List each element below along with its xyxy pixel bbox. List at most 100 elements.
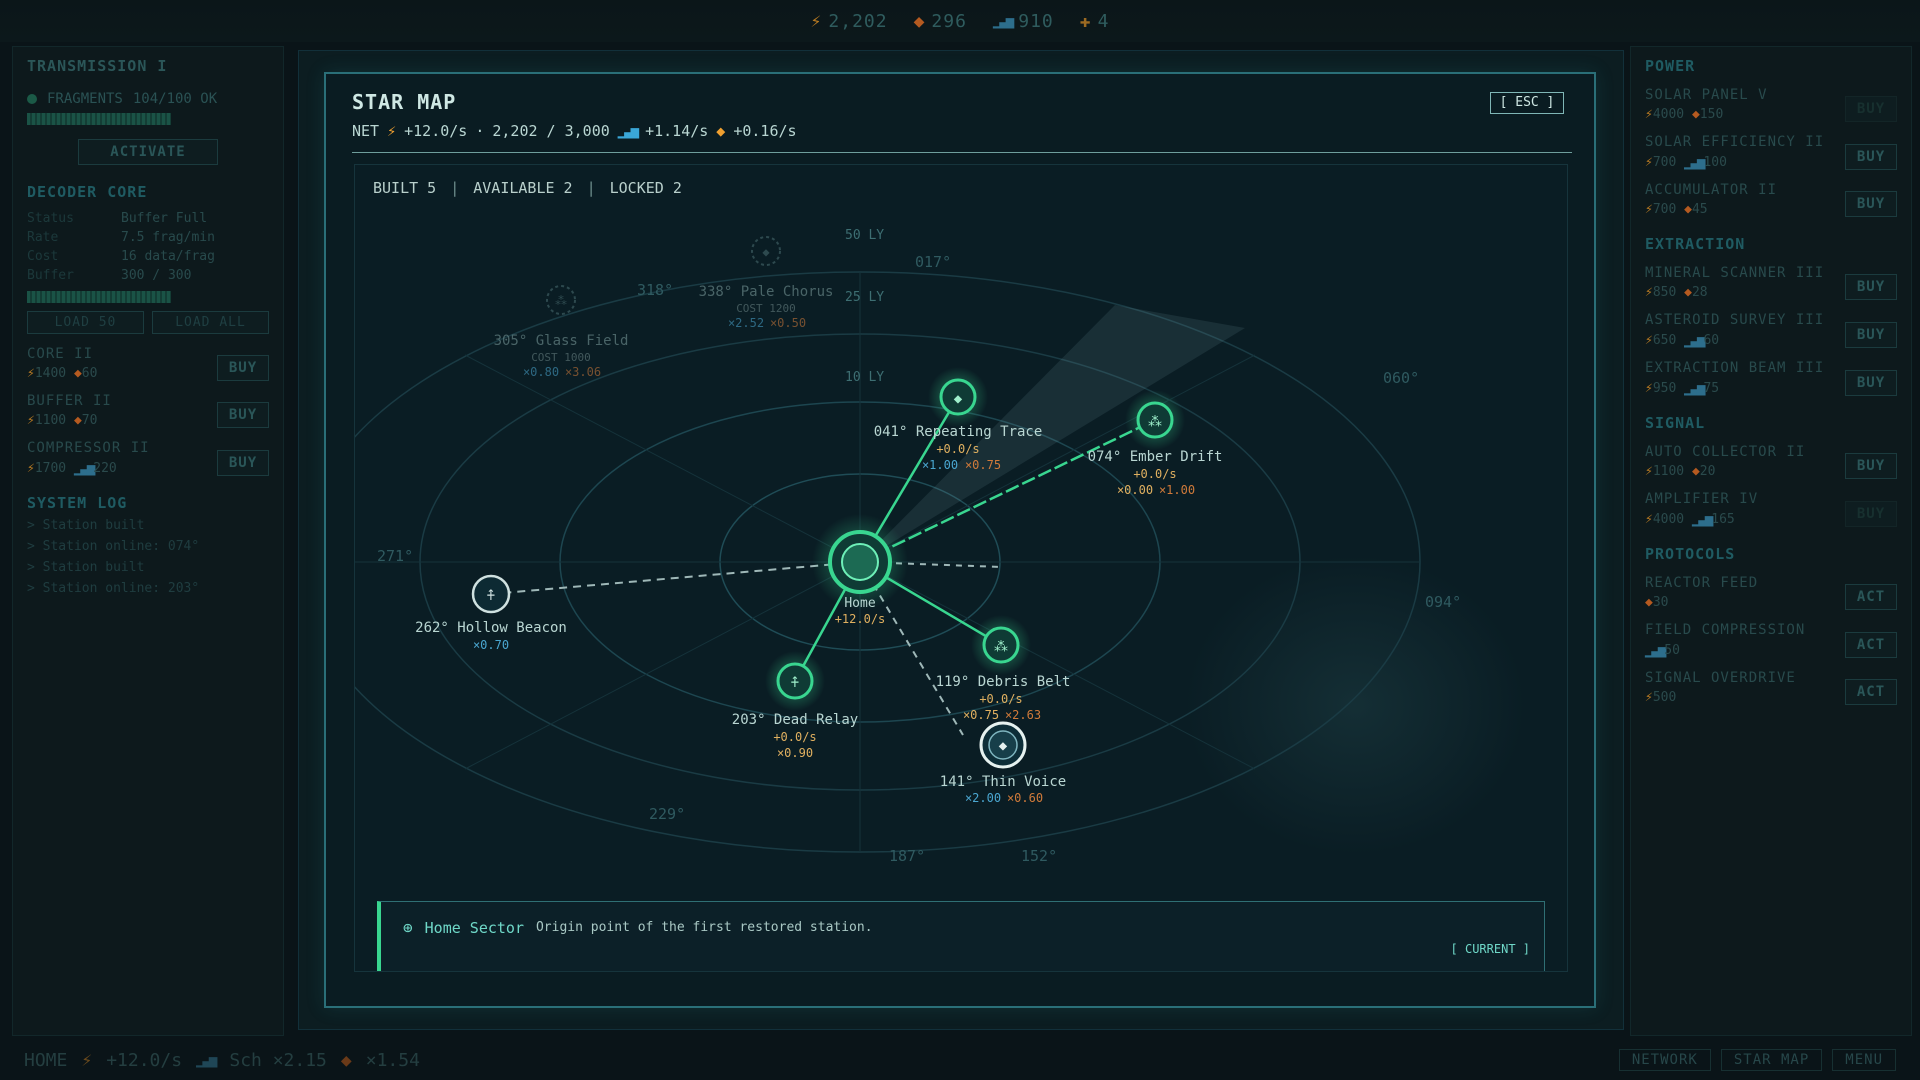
station-pale-chorus[interactable]: ◆ 338° Pale Chorus COST 1200 ×2.52 ×0.50 — [699, 236, 834, 330]
station-mult-mineral: ×0.75 — [965, 458, 1001, 472]
tab-network[interactable]: NETWORK — [1618, 1049, 1711, 1071]
signal-resource: ▁▃▅ 910 — [993, 11, 1054, 32]
energy-capacity: 2,202 / 3,000 — [492, 122, 610, 140]
buy-button[interactable]: BUY — [1845, 191, 1897, 217]
star-map[interactable]: BUILT 5 | AVAILABLE 2 | LOCKED 2 50 LY 2… — [354, 164, 1568, 972]
cost-minerals: 20 — [1699, 464, 1716, 479]
shop-item-accumulator: ACCUMULATOR II ⚡700 ◆45 BUY — [1645, 182, 1897, 217]
load-all-button[interactable]: LOAD ALL — [152, 311, 269, 334]
item-cost: ⚡4000 ◆150 — [1645, 107, 1768, 122]
buy-button[interactable]: BUY — [1845, 322, 1897, 348]
cost-minerals: 70 — [81, 413, 98, 428]
item-cost: ⚡650 ▁▃▅60 — [1645, 332, 1824, 348]
station-dead-relay[interactable]: ⍏ 203° Dead Relay +0.0/s ×0.90 — [732, 651, 858, 760]
act-button[interactable]: ACT — [1845, 584, 1897, 610]
cost-signal: 165 — [1711, 512, 1735, 527]
shop-item-solar-panel: SOLAR PANEL V ⚡4000 ◆150 BUY — [1645, 87, 1897, 122]
home-node[interactable]: Home +12.0/s — [812, 514, 908, 626]
bolt-icon: ⚡ — [1645, 464, 1653, 479]
shop-item-auto-collector: AUTO COLLECTOR II ⚡1100 ◆20 BUY — [1645, 444, 1897, 479]
station-mult-signal: ×0.80 — [523, 365, 559, 379]
buy-button[interactable]: BUY — [217, 355, 269, 381]
cost-energy: 4000 — [1652, 107, 1685, 122]
shop-item-mineral-scanner: MINERAL SCANNER III ⚡850 ◆28 BUY — [1645, 265, 1897, 300]
sector-info-row: ⊕ Home Sector Origin point of the first … — [403, 918, 873, 937]
shop-item-buffer: BUFFER II ⚡1100 ◆70 BUY — [27, 393, 269, 428]
right-panel: POWER SOLAR PANEL V ⚡4000 ◆150 BUY SOLAR… — [1630, 46, 1912, 1036]
map-canvas: 50 LY 25 LY 10 LY 017° 060° 094° 152° 18… — [355, 228, 1525, 865]
item-cost: ⚡4000 ▁▃▅165 — [1645, 511, 1758, 527]
station-mult-a: ×0.75 — [963, 708, 999, 722]
item-name: AUTO COLLECTOR II — [1645, 444, 1806, 460]
buy-button[interactable]: BUY — [1845, 96, 1897, 122]
buy-button[interactable]: BUY — [217, 450, 269, 476]
station-glass-field[interactable]: ⁂ 305° Glass Field COST 1000 ×0.80 ×3.06 — [494, 285, 629, 379]
stat-value: 7.5 frag/min — [121, 230, 215, 245]
buy-button[interactable]: BUY — [1845, 453, 1897, 479]
power-title: POWER — [1645, 57, 1696, 75]
tab-star-map[interactable]: STAR MAP — [1720, 1049, 1823, 1071]
item-cost: ⚡700 ◆45 — [1645, 202, 1777, 217]
item-name: MINERAL SCANNER III — [1645, 265, 1825, 281]
load-50-button[interactable]: LOAD 50 — [27, 311, 144, 334]
log-line: > Station built — [27, 560, 145, 575]
decoder-row: Cost 16 data/frag — [27, 247, 269, 266]
diamond-icon: ◆ — [1645, 595, 1653, 610]
net-rate: +12.0/s — [404, 122, 468, 140]
buy-button[interactable]: BUY — [1845, 274, 1897, 300]
mineral-rate: +0.16/s — [733, 122, 797, 140]
sch-value: Sch ×2.15 — [229, 1049, 327, 1071]
protocol-signal-overdrive: SIGNAL OVERDRIVE ⚡500 ACT — [1645, 670, 1897, 705]
protocols-title: PROTOCOLS — [1645, 545, 1736, 563]
fragments-row: FRAGMENTS 104/100 OK — [27, 91, 269, 107]
close-button[interactable]: [ ESC ] — [1490, 92, 1564, 114]
station-mult-signal: ×0.70 — [473, 638, 509, 652]
system-log: > Station built > Station online: 074° >… — [27, 518, 269, 596]
fragment-value: 4 — [1097, 10, 1110, 32]
antenna-icon: ⍏ — [487, 588, 495, 604]
signal-icon: ▁▃▅ — [1645, 642, 1666, 658]
asteroid-icon: ⁂ — [1148, 414, 1162, 430]
item-cost: ◆30 — [1645, 595, 1758, 610]
protocol-reactor-feed: REACTOR FEED ◆30 ACT — [1645, 575, 1897, 610]
act-button[interactable]: ACT — [1845, 632, 1897, 658]
decoder-stats: Status Buffer Full Rate 7.5 frag/min Cost 1… — [27, 209, 269, 285]
net-summary: NET ⚡ +12.0/s · 2,202 / 3,000 ▁▃▅ +1.14/… — [352, 122, 797, 140]
status-bar: HOME ⚡ +12.0/s ▁▃▅ Sch ×2.15 ◆ ×1.54 NET… — [0, 1040, 1920, 1080]
station-name: 119° Debris Belt — [936, 674, 1071, 690]
tab-menu[interactable]: MENU — [1832, 1049, 1896, 1071]
bearing-229: 229° — [649, 805, 685, 823]
rate-value: +12.0/s — [106, 1049, 183, 1071]
item-cost: ⚡1400 ◆60 — [27, 366, 97, 381]
log-line: > Station built — [27, 518, 145, 533]
sector-description: Origin point of the first restored stati… — [535, 920, 873, 935]
item-cost: ⚡1100 ◆70 — [27, 413, 112, 428]
station-name: 074° Ember Drift — [1088, 449, 1223, 465]
bolt-icon: ⚡ — [1645, 155, 1653, 170]
bolt-icon: ⚡ — [1645, 333, 1653, 348]
shop-item-core: CORE II ⚡1400 ◆60 BUY — [27, 346, 269, 381]
station-hollow-beacon[interactable]: ⍏ 262° Hollow Beacon ×0.70 — [415, 574, 567, 652]
buy-button[interactable]: BUY — [1845, 144, 1897, 170]
bolt-icon: ⚡ — [1645, 512, 1653, 527]
home-rate: +12.0/s — [835, 612, 886, 626]
buy-button[interactable]: BUY — [1845, 501, 1897, 527]
signal-icon: ▁▃▅ — [1684, 380, 1705, 396]
link-hollow-beacon — [490, 561, 861, 595]
cost-signal: 100 — [1703, 155, 1727, 170]
cost-signal: 220 — [93, 461, 117, 476]
asteroid-icon: ⁂ — [555, 294, 567, 308]
signal-icon: ▁▃▅ — [73, 460, 95, 476]
diamond-icon: ◆ — [913, 10, 926, 32]
buffer-progress — [27, 291, 171, 303]
location-label: HOME — [24, 1049, 68, 1071]
bolt-icon: ⚡ — [27, 366, 35, 381]
station-debris-belt[interactable]: ⁂ 119° Debris Belt +0.0/s ×0.75 ×2.63 — [936, 615, 1071, 722]
signal-icon: ▁▃▅ — [1684, 154, 1705, 170]
activate-button[interactable]: ACTIVATE — [78, 139, 218, 165]
buy-button[interactable]: BUY — [1845, 370, 1897, 396]
buy-button[interactable]: BUY — [217, 402, 269, 428]
act-button[interactable]: ACT — [1845, 679, 1897, 705]
station-thin-voice[interactable]: ◆ 141° Thin Voice ×2.00 ×0.60 — [940, 721, 1066, 805]
fragment-resource: ✚ 4 — [1080, 11, 1110, 32]
